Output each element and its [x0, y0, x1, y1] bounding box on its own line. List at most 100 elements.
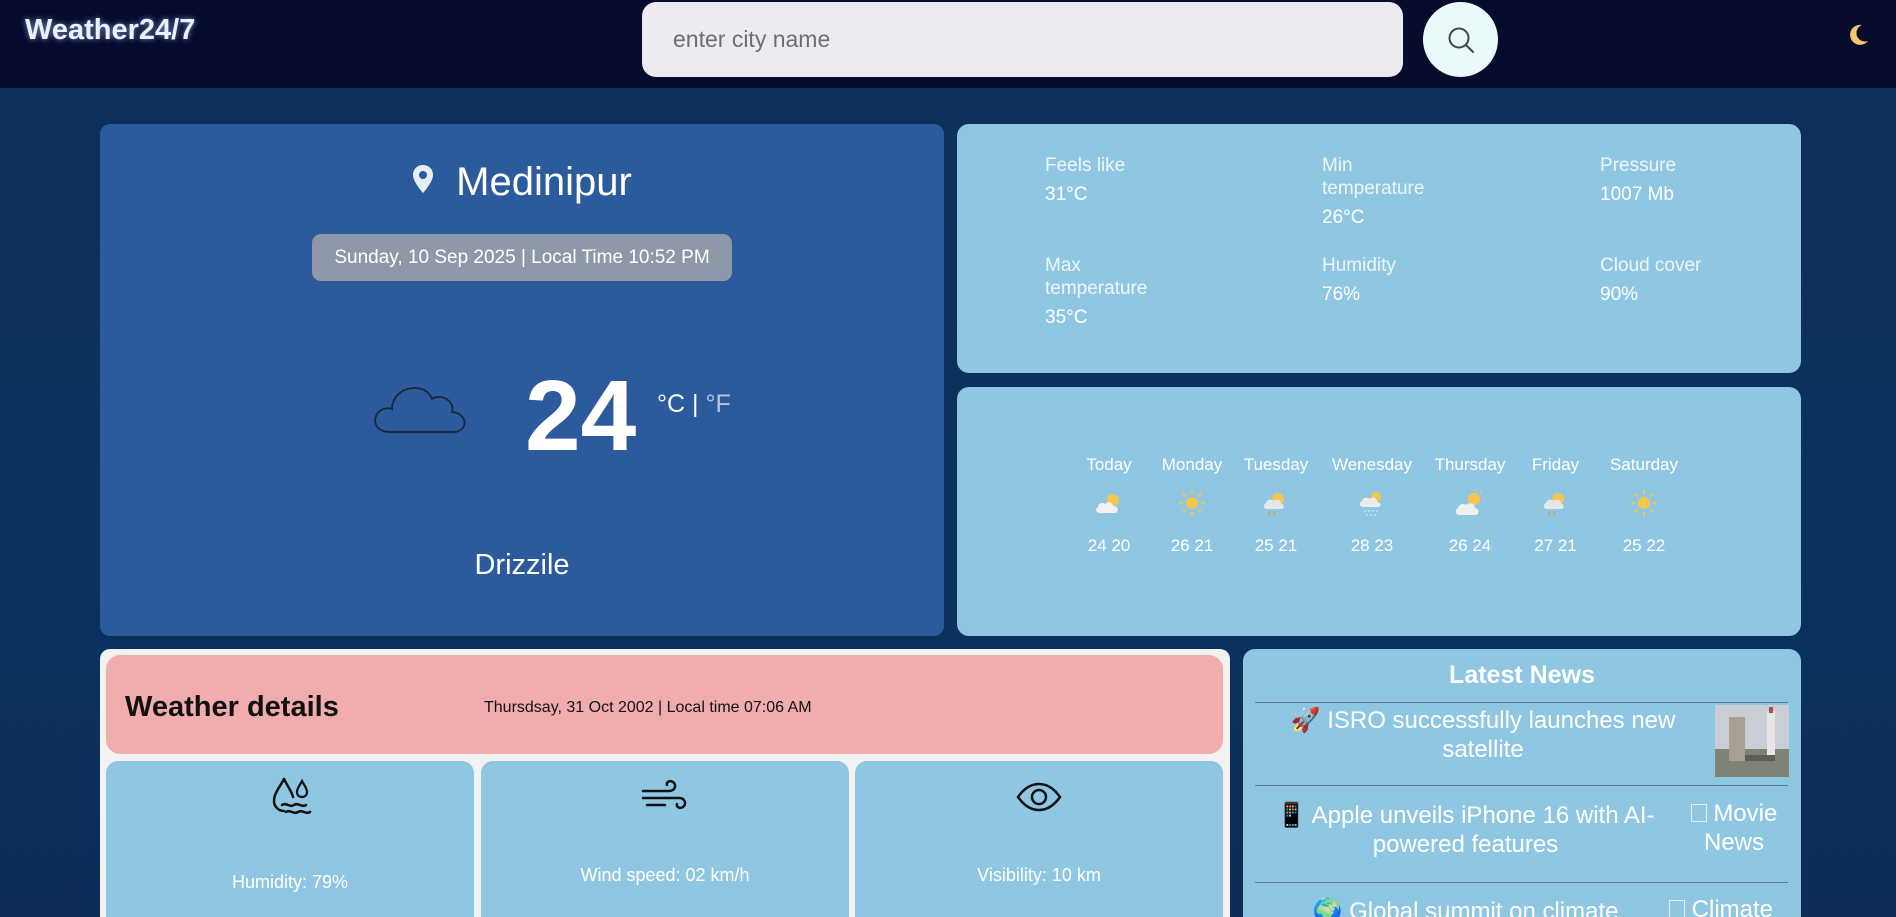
image-alt-text: Movie News: [1703, 800, 1778, 856]
humidity-text: Humidity: 79%: [231, 872, 349, 892]
city-name: Medinipur: [456, 160, 632, 204]
wind-icon: [641, 779, 687, 810]
local-datetime: Sunday, 10 Sep 2025 | Local Time 10:52 P…: [312, 234, 732, 281]
search-button[interactable]: [1423, 2, 1498, 77]
stat-label: Humidity: [1322, 255, 1396, 276]
sun-rain-icon: [1543, 493, 1564, 516]
stat-feels-like: Feels like 31°C: [1045, 154, 1205, 206]
stat-value: 1007 Mb: [1600, 184, 1674, 205]
stat-label: Cloud cover: [1600, 255, 1702, 276]
stat-value: 31°C: [1045, 184, 1088, 205]
stat-value: 90%: [1600, 284, 1639, 305]
sun-cloud-icon: [1455, 489, 1485, 515]
stat-cloud-cover: Cloud cover 90%: [1600, 254, 1760, 306]
stat-label: Pressure: [1600, 155, 1677, 176]
news-headline: Global summit on climate: [1349, 898, 1619, 917]
globe-icon: 🌍: [1312, 898, 1343, 917]
forecast-day-name: Today: [1086, 455, 1132, 474]
stat-pressure: Pressure 1007 Mb: [1600, 154, 1760, 206]
unit-separator: |: [692, 390, 699, 418]
weather-details-title: Weather details: [125, 691, 339, 723]
stat-label: Max temperature: [1045, 255, 1148, 299]
forecast-temps: 25 21: [1254, 536, 1298, 555]
stat-min-temperature: Min temperature 26°C: [1322, 154, 1442, 229]
phone-icon: 📱: [1276, 802, 1307, 829]
news-thumbnail-broken[interactable]: Movie News: [1679, 799, 1789, 857]
current-temperature: 24: [525, 360, 637, 472]
news-item-2[interactable]: 📱 Apple unveils iPhone 16 with AI-powere…: [1263, 801, 1668, 859]
search-input[interactable]: [642, 2, 1403, 77]
humidity-card: Humidity: 79%: [106, 761, 474, 917]
divider: [1255, 882, 1788, 883]
forecast-day-name: Monday: [1161, 455, 1223, 474]
sun-icon: [1179, 490, 1205, 516]
top-bar: Weather24/7: [0, 0, 1896, 88]
visibility-card: Visibility: 10 km: [855, 761, 1223, 917]
forecast-day: Thursday 26 24: [1431, 455, 1509, 556]
forecast-temps: 27 21: [1534, 536, 1577, 555]
wind-card: Wind speed: 02 km/h: [481, 761, 849, 917]
forecast-temps: 26 21: [1170, 536, 1214, 555]
broken-image-icon: [1669, 900, 1685, 917]
stat-value: 76%: [1322, 284, 1361, 305]
brand-logo[interactable]: Weather24/7: [25, 14, 195, 47]
news-headline: ISRO successfully launches new satellite: [1327, 707, 1676, 763]
sun-icon: [1631, 490, 1657, 516]
news-panel: Latest News 🚀 ISRO successfully launches…: [1243, 649, 1801, 917]
news-headline: Apple unveils iPhone 16 with AI-powered …: [1311, 802, 1655, 858]
forecast-temps: 24 20: [1087, 536, 1131, 555]
forecast-day: Friday 27 21: [1528, 455, 1583, 556]
forecast-temps: 25 22: [1622, 536, 1666, 555]
wind-speed-text: Wind speed: 02 km/h: [580, 865, 750, 885]
news-thumbnail[interactable]: [1715, 705, 1789, 777]
weather-condition: Drizzile: [474, 549, 570, 581]
divider: [1255, 702, 1788, 703]
sun-rain-icon: [1263, 493, 1284, 516]
rocket-icon: 🚀: [1290, 707, 1321, 734]
divider: [1255, 785, 1788, 786]
broken-image-icon: [1690, 804, 1707, 822]
visibility-text: Visibility: 10 km: [977, 865, 1101, 885]
unit-toggle: °C | °F: [657, 390, 731, 419]
current-weather-card: Medinipur Sunday, 10 Sep 2025 | Local Ti…: [100, 124, 944, 636]
forecast-temps: 26 24: [1448, 536, 1492, 555]
weather-details-panel: Weather details Thursdsay, 31 Oct 2002 |…: [100, 649, 1230, 917]
stat-label: Min temperature: [1322, 155, 1425, 199]
weather-details-datetime: Thursdsay, 31 Oct 2002 | Local time 07:0…: [484, 699, 812, 716]
location-pin-icon: [413, 165, 434, 194]
news-item-3[interactable]: 🌍 Global summit on climate: [1263, 897, 1668, 917]
city-heading: Medinipur: [100, 160, 944, 205]
stat-value: 26°C: [1322, 207, 1365, 228]
news-thumbnail-broken[interactable]: Climate: [1669, 895, 1793, 917]
humidity-icon: [272, 777, 312, 815]
stats-card: Feels like 31°C Min temperature 26°C Pre…: [957, 124, 1801, 373]
search-icon: [1448, 27, 1474, 53]
partly-cloudy-icon: [1096, 494, 1119, 513]
forecast-day: Saturday 25 22: [1607, 455, 1681, 556]
cloud-rain-icon: [1359, 492, 1381, 516]
fahrenheit-toggle[interactable]: °F: [705, 390, 730, 418]
forecast-day: Wenesday 28 23: [1327, 455, 1417, 556]
eye-icon: [1016, 782, 1062, 812]
weather-details-header: Weather details Thursdsay, 31 Oct 2002 |…: [106, 655, 1223, 754]
forecast-card: Today 24 20 Monday 26 21 Tuesday 25 21 W…: [957, 387, 1801, 636]
stat-humidity: Humidity 76%: [1322, 254, 1482, 306]
moon-icon[interactable]: [1845, 22, 1871, 48]
forecast-day-name: Saturday: [1609, 455, 1679, 474]
cloud-icon: [374, 387, 466, 433]
news-title: Latest News: [1449, 661, 1595, 689]
stat-value: 35°C: [1045, 307, 1088, 328]
forecast-temps: 28 23: [1350, 536, 1394, 555]
forecast-day-name: Friday: [1531, 455, 1580, 474]
forecast-day: Tuesday 25 21: [1241, 455, 1311, 556]
forecast-day-name: Thursday: [1434, 455, 1506, 474]
image-alt-text: Climate: [1691, 896, 1774, 917]
celsius-toggle[interactable]: °C: [657, 390, 685, 418]
forecast-day: Today 24 20: [1079, 455, 1139, 556]
forecast-day-name: Tuesday: [1243, 455, 1309, 474]
news-item-1[interactable]: 🚀 ISRO successfully launches new satelli…: [1263, 706, 1703, 764]
stat-label: Feels like: [1045, 155, 1126, 176]
stat-max-temperature: Max temperature 35°C: [1045, 254, 1165, 329]
forecast-day-name: Wenesday: [1331, 455, 1412, 474]
forecast-day: Monday 26 21: [1157, 455, 1227, 556]
